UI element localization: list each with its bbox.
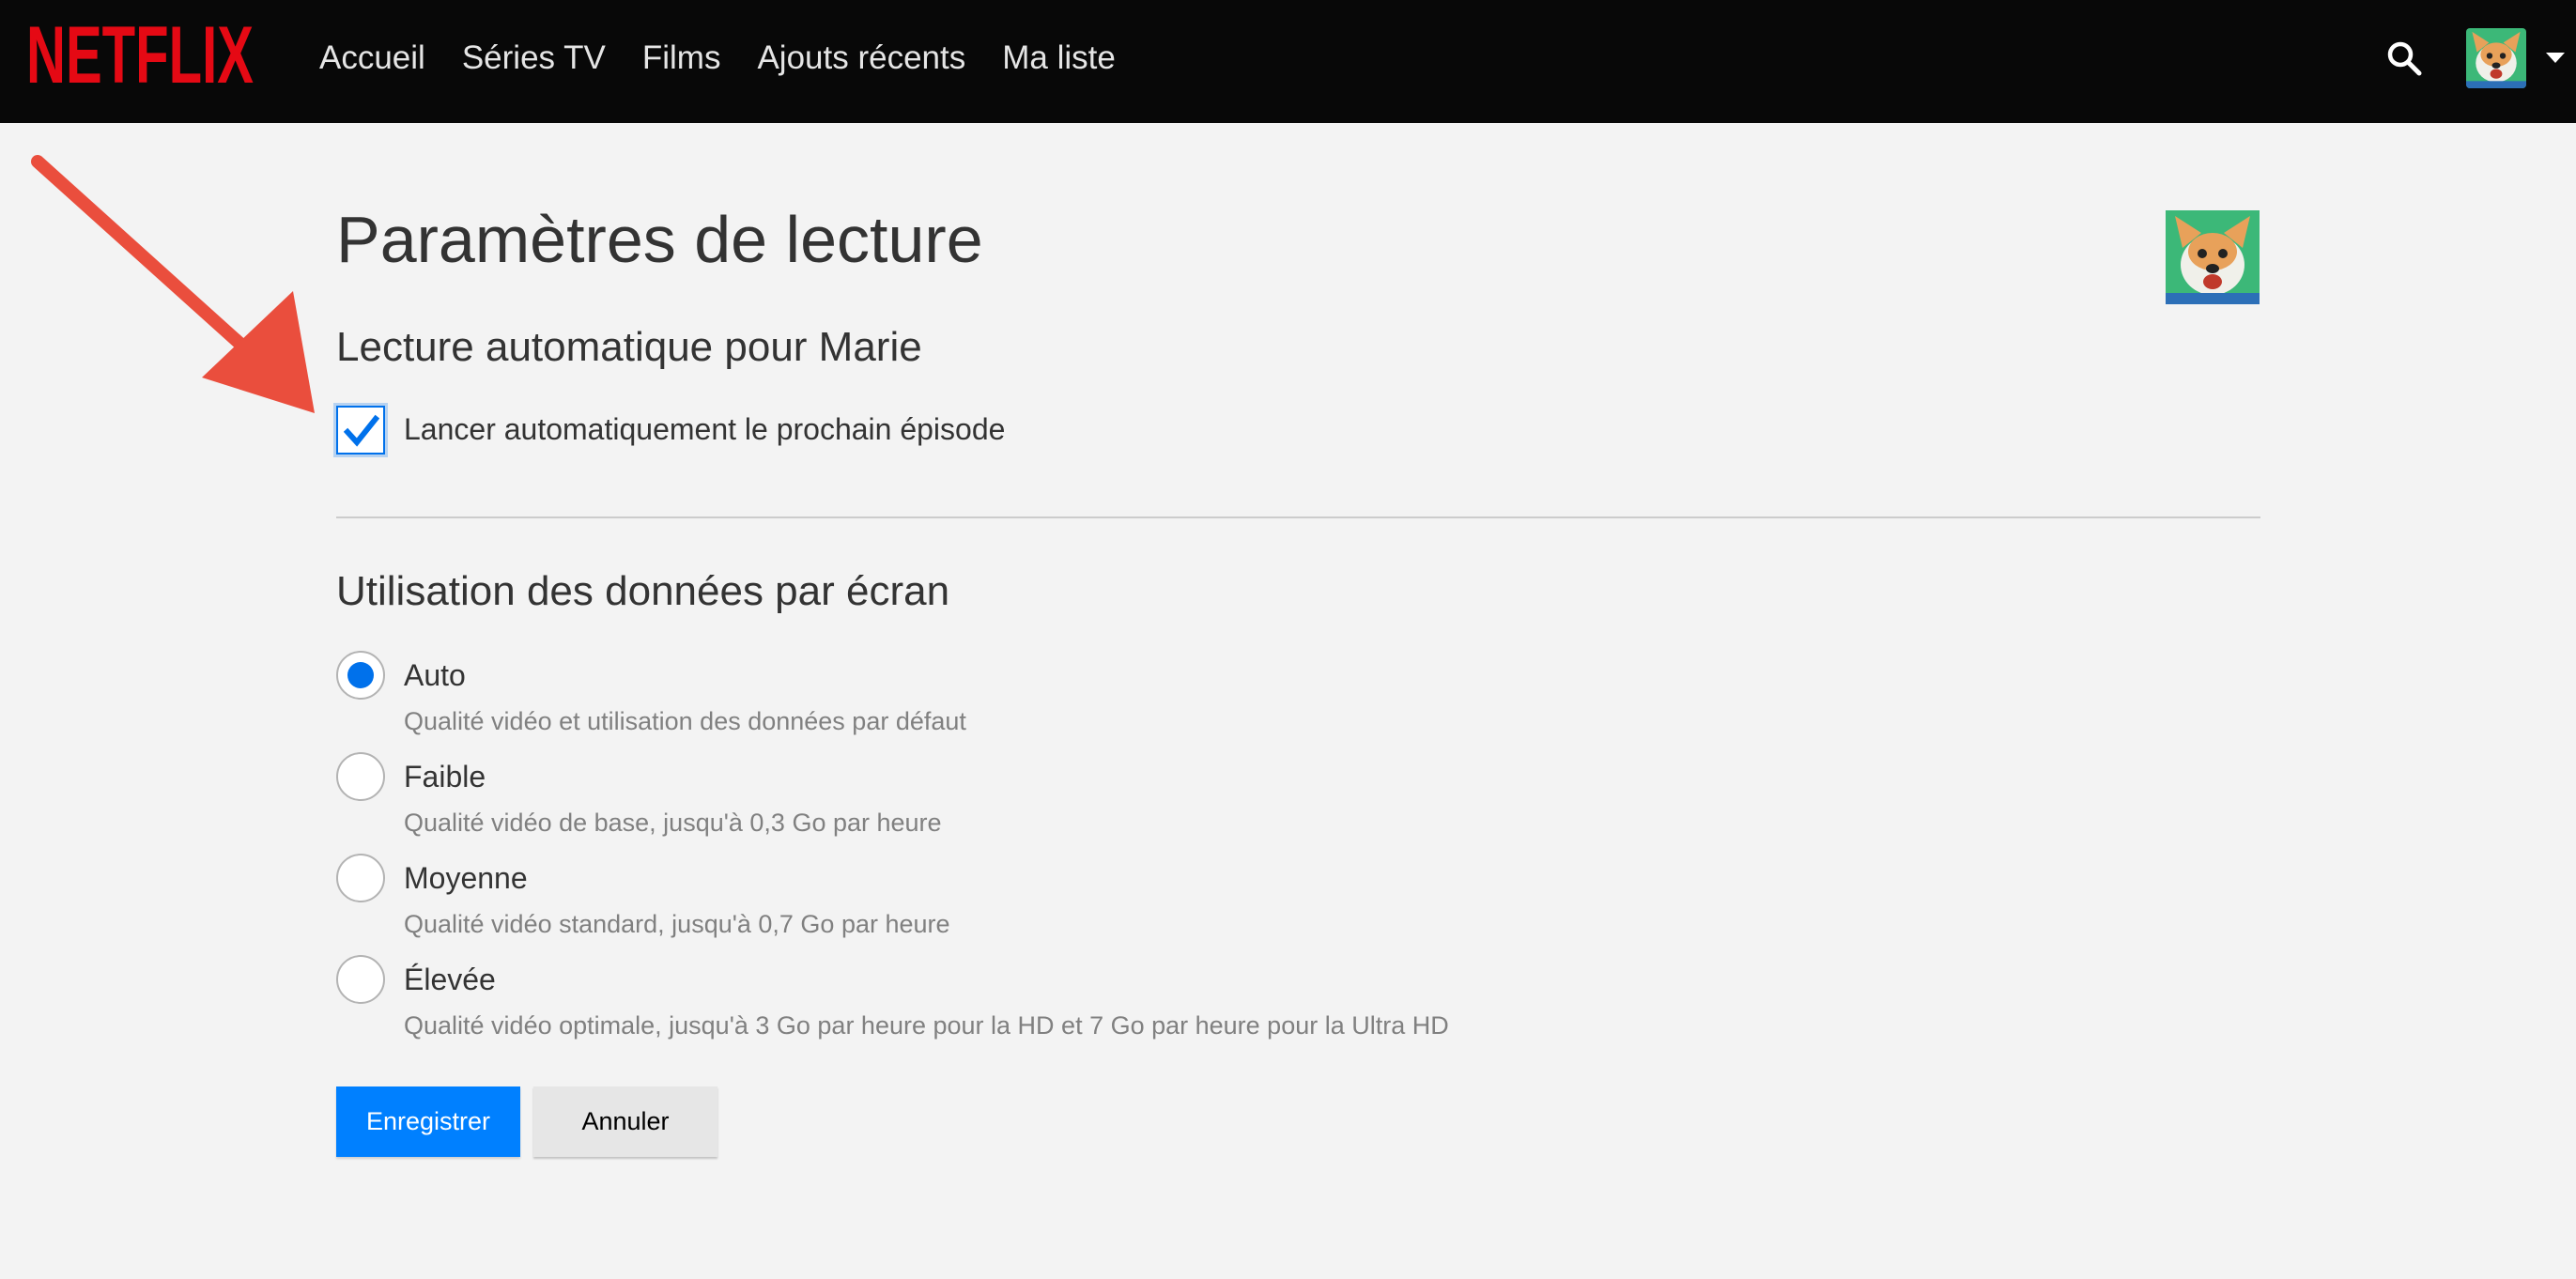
top-nav-bar: NETFLIX Accueil Séries TV Films Ajouts r… [0,0,2576,123]
section-divider [336,516,2260,518]
nav-item-accueil[interactable]: Accueil [319,39,425,77]
save-button[interactable]: Enregistrer [336,1086,520,1157]
radio-moyenne-label[interactable]: Moyenne [404,861,528,896]
checkmark-icon [344,414,379,447]
profile-avatar [2166,210,2260,304]
radio-faible-description: Qualité vidéo de base, jusqu'à 0,3 Go pa… [404,809,942,837]
radio-elevee-label[interactable]: Élevée [404,963,496,997]
autoplay-checkbox-label[interactable]: Lancer automatiquement le prochain épiso… [404,412,1005,447]
svg-text:NETFLIX: NETFLIX [26,21,254,86]
autoplay-next-episode-checkbox[interactable] [336,406,385,455]
cancel-button[interactable]: Annuler [533,1086,717,1157]
nav-item-series-tv[interactable]: Séries TV [462,39,606,77]
nav-item-ajouts-recents[interactable]: Ajouts récents [757,39,965,77]
radio-auto-description: Qualité vidéo et utilisation des données… [404,707,966,735]
radio-auto[interactable] [336,651,385,700]
radio-moyenne-description: Qualité vidéo standard, jusqu'à 0,7 Go p… [404,910,950,938]
autoplay-section-title: Lecture automatique pour Marie [336,324,922,370]
radio-elevee-description: Qualité vidéo optimale, jusqu'à 3 Go par… [404,1011,1449,1040]
search-icon[interactable] [2386,40,2422,76]
radio-auto-label[interactable]: Auto [404,658,466,693]
radio-moyenne[interactable] [336,854,385,902]
page-title: Paramètres de lecture [336,203,983,276]
caret-down-icon[interactable] [2546,53,2565,63]
nav-item-ma-liste[interactable]: Ma liste [1002,39,1116,77]
radio-faible[interactable] [336,752,385,801]
main-nav: Accueil Séries TV Films Ajouts récents M… [319,0,1152,116]
data-usage-section-title: Utilisation des données par écran [336,568,950,614]
nav-item-films[interactable]: Films [642,39,721,77]
radio-elevee[interactable] [336,955,385,1004]
avatar[interactable] [2466,28,2526,88]
radio-faible-label[interactable]: Faible [404,760,486,794]
annotation-arrow-icon [31,155,315,413]
netflix-logo[interactable]: NETFLIX [26,21,254,86]
